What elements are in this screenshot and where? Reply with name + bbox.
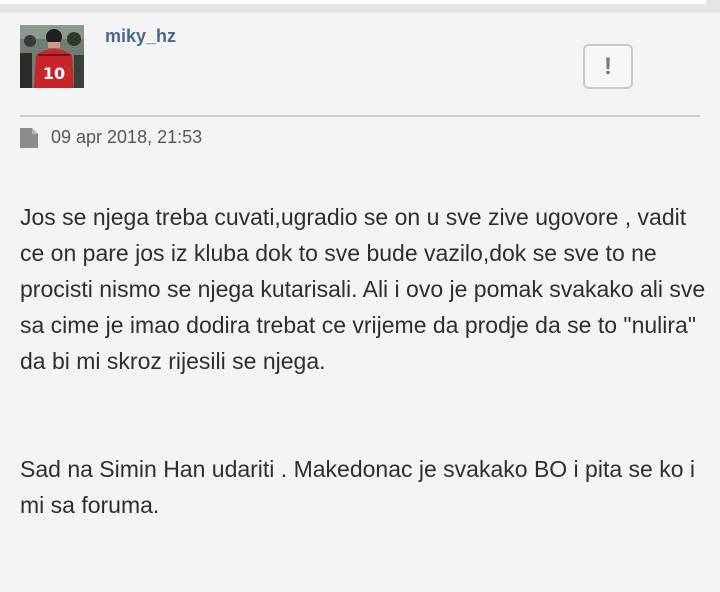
top-strip — [0, 0, 706, 4]
divider — [20, 115, 700, 117]
exclamation-icon: ! — [604, 52, 612, 80]
post-meta: 09 apr 2018, 21:53 — [20, 127, 202, 148]
avatar-image: 10 — [20, 25, 84, 88]
avatar-shirt-number: 10 — [43, 64, 65, 83]
post-paragraph: Sad na Simin Han udariti . Makedonac je … — [20, 456, 696, 518]
post-date: 09 apr 2018, 21:53 — [51, 127, 203, 147]
forum-post: 10 miky_hz ! 09 apr 2018, 21:53 Jos se n… — [0, 13, 720, 592]
post-paragraph: Jos se njega treba cuvati,ugradio se on … — [20, 204, 706, 374]
post-content: Jos se njega treba cuvati,ugradio se on … — [20, 199, 710, 523]
document-icon[interactable] — [20, 127, 38, 148]
avatar[interactable]: 10 — [20, 25, 84, 88]
report-button[interactable]: ! — [583, 44, 633, 89]
post-author[interactable]: miky_hz — [105, 26, 176, 47]
